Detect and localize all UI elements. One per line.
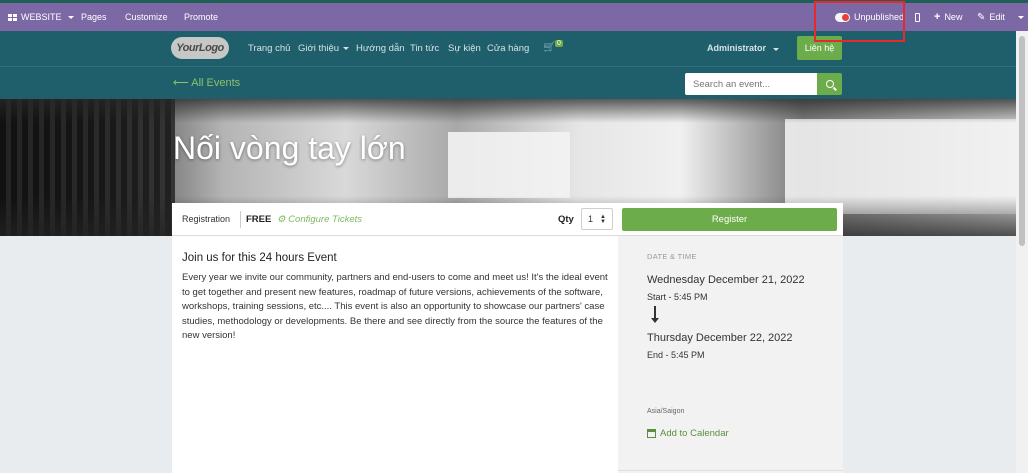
event-heading: Join us for this 24 hours Event [182, 252, 337, 264]
add-to-calendar-link[interactable]: Add to Calendar [647, 428, 729, 439]
toggle-switch-icon [835, 12, 850, 22]
event-subnav: ⟵ All Events [0, 66, 1016, 99]
page-scrollbar[interactable] [1016, 31, 1028, 473]
edit-dropdown-toggle[interactable] [1016, 3, 1024, 31]
end-time: End - 5:45 PM [647, 350, 705, 360]
nav-home[interactable]: Trang chủ [248, 31, 290, 66]
start-time: Start - 5:45 PM [647, 292, 708, 302]
new-button-label: New [944, 12, 963, 22]
start-date: Wednesday December 21, 2022 [647, 274, 805, 286]
qty-label: Qty [558, 214, 574, 225]
user-menu[interactable]: Administrator [707, 43, 779, 53]
registration-bar: Registration FREE ⚙ Configure Tickets Qt… [172, 203, 843, 236]
calendar-icon [647, 429, 656, 438]
configure-tickets-link[interactable]: ⚙ Configure Tickets [277, 214, 362, 225]
cart-count-badge: 0 [555, 40, 563, 47]
event-title: Nối vòng tay lớn [173, 130, 406, 166]
search-button[interactable] [817, 73, 842, 95]
edit-button[interactable]: ✎ Edit [977, 3, 1005, 31]
apps-grid-icon [8, 13, 17, 21]
gear-icon: ⚙ [277, 214, 286, 225]
user-name: Administrator [707, 43, 767, 53]
pencil-icon: ✎ [977, 11, 986, 23]
mobile-preview-button[interactable] [915, 3, 920, 31]
plus-icon: + [934, 11, 941, 23]
site-logo[interactable]: YourLogo [171, 37, 229, 59]
event-card: Registration FREE ⚙ Configure Tickets Qt… [172, 203, 843, 473]
site-navbar: YourLogo Trang chủ Giới thiệu Hướng dẫn … [0, 31, 1016, 66]
nav-news[interactable]: Tin tức [410, 31, 439, 66]
nav-about[interactable]: Giới thiệu [298, 31, 350, 66]
mobile-icon [915, 12, 920, 22]
add-to-calendar-label: Add to Calendar [660, 428, 729, 439]
publish-toggle[interactable]: Unpublished [835, 3, 904, 31]
caret-down-icon [343, 47, 350, 50]
edit-button-label: Edit [989, 12, 1005, 22]
cart-icon[interactable]: 🛒 [543, 42, 555, 53]
contact-button[interactable]: Liên hệ [797, 36, 842, 60]
end-date: Thursday December 22, 2022 [647, 332, 793, 344]
event-search-input[interactable] [685, 73, 817, 95]
publish-status-label: Unpublished [854, 12, 905, 22]
arrow-down-icon [651, 306, 659, 323]
caret-down-icon [67, 15, 74, 19]
promote-menu[interactable]: Promote [184, 3, 218, 31]
registration-label: Registration [182, 214, 231, 224]
website-admin-bar: WEBSITE Pages Customize Promote Unpublis… [0, 0, 1028, 31]
nav-events[interactable]: Sự kiện [448, 31, 481, 66]
arrow-left-icon: ⟵ [173, 77, 189, 89]
ticket-price: FREE [240, 211, 271, 228]
all-events-label: All Events [191, 77, 241, 89]
customize-menu[interactable]: Customize [125, 3, 168, 31]
caret-down-icon [1018, 15, 1024, 19]
configure-tickets-label: Configure Tickets [288, 214, 363, 225]
website-menu-label: WEBSITE [21, 12, 62, 22]
nav-guide[interactable]: Hướng dẫn [356, 31, 405, 66]
all-events-link[interactable]: ⟵ All Events [173, 76, 240, 89]
date-time-heading: DATE & TIME [647, 252, 697, 261]
nav-about-label: Giới thiệu [298, 43, 340, 54]
caret-down-icon [772, 48, 779, 51]
pages-menu[interactable]: Pages [81, 3, 107, 31]
qty-select[interactable]: 1 ▲ ▼ [581, 208, 613, 230]
new-button[interactable]: + New [934, 3, 962, 31]
timezone: Asia/Saigon [647, 408, 685, 415]
search-icon [825, 80, 834, 88]
nav-shop[interactable]: Cửa hàng [487, 31, 529, 66]
updown-arrows-icon: ▲ ▼ [600, 214, 606, 225]
event-description: Join us for this 24 hours Event Every ye… [182, 252, 612, 344]
event-description-text: Every year we invite our community, part… [182, 272, 608, 341]
website-menu[interactable]: WEBSITE [8, 3, 74, 31]
event-sidebar: DATE & TIME Wednesday December 21, 2022 … [618, 236, 843, 473]
register-button[interactable]: Register [622, 208, 837, 231]
qty-value: 1 [588, 214, 594, 224]
scrollbar-thumb[interactable] [1019, 36, 1025, 246]
